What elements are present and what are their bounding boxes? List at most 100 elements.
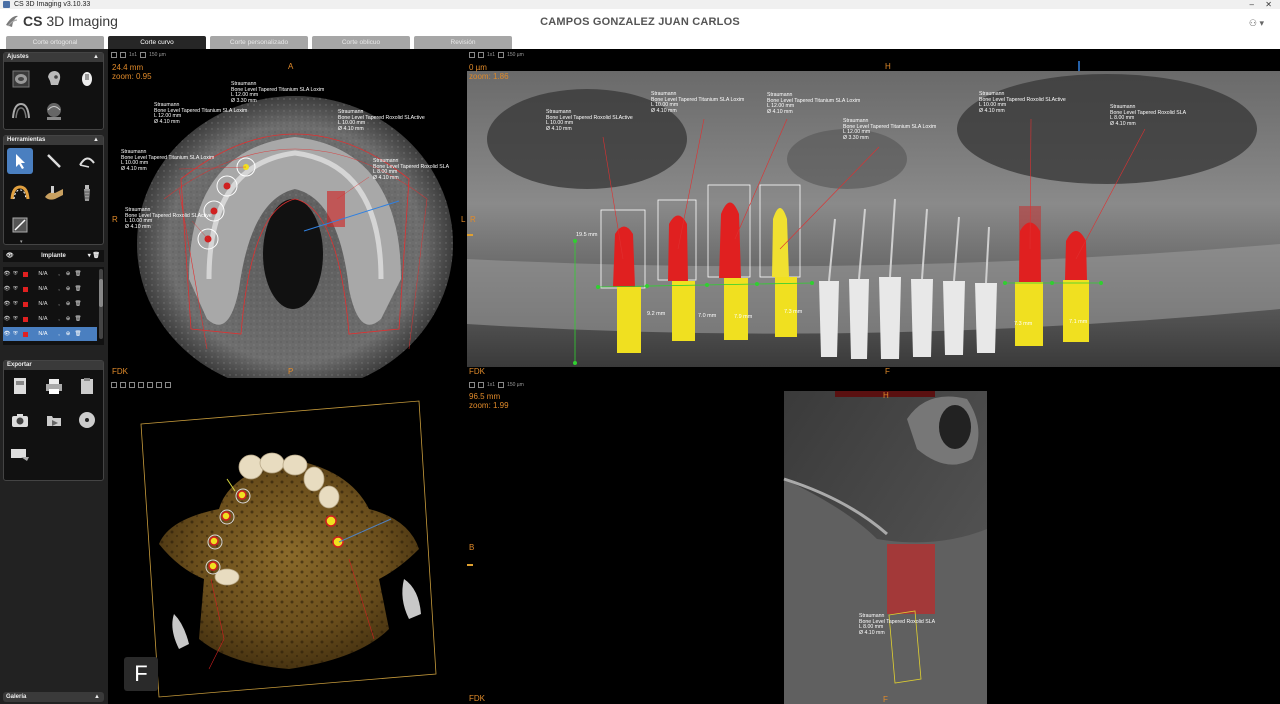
send-icon[interactable] — [7, 441, 33, 467]
cd-burn-icon[interactable] — [74, 407, 100, 433]
implant-row[interactable]: 👁 ⛨ N/A, ⊕ 🗑 — [3, 297, 97, 311]
expand-icon[interactable]: ▲ — [94, 692, 100, 702]
user-menu-icon[interactable]: ⚇ ▾ — [1249, 18, 1264, 29]
color-swatch[interactable] — [23, 286, 28, 292]
implant-row[interactable]: 👁 ⛨ N/A, ⊕ 🗑 — [3, 312, 97, 326]
select-pointer-tool[interactable] — [7, 148, 33, 174]
zoom-level: zoom: 1.86 — [469, 72, 509, 81]
implant-value: N/A — [38, 316, 48, 322]
volume-3d-viewport[interactable]: F — [109, 379, 466, 704]
trash-icon[interactable]: 🗑 — [73, 331, 83, 337]
collapse-icon[interactable]: ▲ — [93, 53, 99, 62]
scroll-thumb[interactable] — [99, 279, 103, 307]
implant-label: Straumann Bone Level Tapered Roxolid SLA L… — [859, 613, 936, 636]
head-scan-icon[interactable] — [41, 98, 67, 124]
camera-icon[interactable] — [7, 407, 33, 433]
slice-thickness: 0 µm — [469, 63, 487, 72]
implant-value: N/A — [38, 271, 48, 277]
collapse-icon[interactable]: ▲ — [93, 136, 99, 145]
tab-corte-ortogonal[interactable]: Corte ortogonal — [6, 36, 104, 49]
implant-list-scrollbar[interactable] — [99, 269, 103, 339]
implant-label: Straumann Bone Level Tapered Titanium SLA… — [231, 81, 325, 104]
eye-icon[interactable]: 👁 — [3, 316, 11, 322]
target-icon[interactable]: ⊕ — [63, 271, 73, 277]
orient-anterior: A — [288, 62, 294, 71]
target-icon[interactable]: ⊕ — [63, 286, 73, 292]
target-icon[interactable]: ⊕ — [63, 316, 73, 322]
tab-corte-oblicuo[interactable]: Corte oblicuo — [312, 36, 410, 49]
axial-viewport[interactable]: 1x1 150 µm 24.4 mm zoom: 0.95 A R L P FD… — [109, 49, 466, 378]
panoramic-viewport[interactable]: 1x1 150 µm 0 µm zoom: 1.86 H R F FDK Str… — [467, 49, 1280, 378]
target-icon[interactable]: ⊕ — [63, 301, 73, 307]
galeria-title: Galería — [6, 694, 27, 700]
skull-volume-icon[interactable] — [41, 66, 67, 92]
comma-icon: , — [58, 286, 60, 292]
orient-left: L — [461, 215, 466, 224]
mesh-jaw-icon[interactable] — [8, 98, 34, 124]
annotation-tool[interactable] — [7, 212, 33, 238]
eye-icon[interactable]: 👁 — [3, 301, 11, 307]
delete-all-icon[interactable]: ▾ 🗑 — [88, 250, 100, 262]
color-swatch[interactable] — [23, 271, 28, 277]
color-swatch[interactable] — [23, 316, 28, 322]
trash-icon[interactable]: 🗑 — [73, 271, 83, 277]
color-swatch[interactable] — [23, 301, 28, 307]
measurement-label: 7.3 mm — [1014, 321, 1033, 327]
shield-icon[interactable]: ⛨ — [11, 271, 20, 278]
target-icon[interactable]: ⊕ — [63, 331, 73, 337]
trash-icon[interactable]: 🗑 — [73, 301, 83, 307]
tab-bar: Corte ortogonal Corte curvo Corte person… — [0, 35, 1280, 49]
tab-corte-personalizado[interactable]: Corte personalizado — [210, 36, 308, 49]
window-title: CS 3D Imaging v3.10.33 — [14, 1, 91, 8]
shield-icon[interactable]: ⛨ — [11, 301, 20, 308]
panoramic-image — [467, 61, 1280, 367]
angle-tool[interactable] — [74, 148, 100, 174]
implant-value: N/A — [38, 301, 48, 307]
measurement-label: 7.0 mm — [698, 313, 717, 319]
clipboard-icon[interactable] — [74, 373, 100, 399]
measurement-label: 7.1 mm — [1069, 319, 1088, 325]
cross-section-viewport[interactable]: 1x1 150 µm 96.5 mm zoom: 1.99 H B F FDK St… — [467, 379, 1280, 704]
ct-slice-view-icon[interactable] — [8, 66, 34, 92]
trash-icon[interactable]: 🗑 — [73, 286, 83, 292]
shield-icon[interactable]: ⛨ — [11, 316, 20, 323]
jaw-implant-tool[interactable] — [41, 180, 67, 206]
cross-section-image — [467, 391, 987, 704]
tab-revision[interactable]: Revisión — [414, 36, 512, 49]
export-folder-icon[interactable] — [41, 407, 67, 433]
orientation-cube-face[interactable]: F — [124, 657, 158, 691]
measurement-label: 7.3 mm — [784, 309, 803, 315]
implant-tool[interactable] — [74, 180, 100, 206]
galeria-section[interactable]: Galería ▲ — [3, 692, 104, 702]
close-icon[interactable]: ✕ — [1265, 0, 1272, 9]
shield-icon[interactable]: ⛨ — [11, 286, 20, 293]
more-tools-icon[interactable]: ▾ — [20, 239, 23, 245]
measure-line-tool[interactable] — [41, 148, 67, 174]
color-swatch[interactable] — [23, 331, 28, 337]
print-icon[interactable] — [41, 373, 67, 399]
shield-icon[interactable]: ⛨ — [11, 331, 20, 338]
minimize-icon[interactable]: – — [1250, 0, 1254, 9]
eye-icon[interactable]: 👁 — [3, 331, 11, 337]
ajustes-title: Ajustes — [7, 54, 29, 60]
herramientas-section: Herramientas ▲ ▾ — [3, 135, 104, 245]
slice-thickness: 24.4 mm — [112, 63, 144, 72]
implant-row[interactable]: 👁 ⛨ N/A, ⊕ 🗑 — [3, 282, 97, 296]
app-window: CS 3D Imaging v3.10.33 – ✕ CS 3D Imaging… — [0, 0, 1280, 704]
implant-value: N/A — [38, 331, 48, 337]
implant-label: Straumann Bone Level Tapered Roxolid SLAc… — [979, 91, 1066, 114]
title-bar: CS 3D Imaging v3.10.33 – ✕ — [0, 0, 1280, 9]
implant-row-selected[interactable]: 👁 ⛨ N/A, ⊕ 🗑 — [3, 327, 97, 341]
tooth-icon[interactable] — [74, 66, 100, 92]
app-icon — [3, 1, 10, 8]
eye-icon[interactable]: 👁 — [3, 271, 11, 277]
trash-icon[interactable]: 🗑 — [73, 316, 83, 322]
implant-row[interactable]: 👁 ⛨ N/A, ⊕ 🗑 — [3, 267, 97, 281]
eye-icon[interactable]: 👁 — [3, 286, 11, 292]
measurement-label: 9.2 mm — [647, 311, 666, 317]
orient-buccal: B — [469, 543, 475, 552]
report-icon[interactable] — [7, 373, 33, 399]
tab-corte-curvo[interactable]: Corte curvo — [108, 36, 206, 49]
visibility-eye-icon[interactable]: 👁 — [6, 250, 14, 262]
nerve-canal-tool[interactable] — [7, 180, 33, 206]
